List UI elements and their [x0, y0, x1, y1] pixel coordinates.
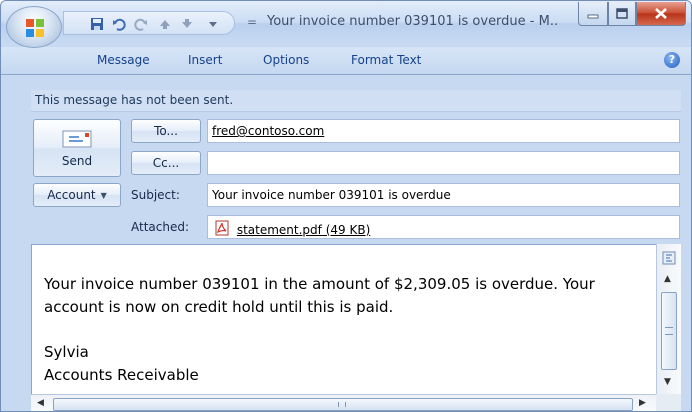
account-button[interactable]: Account ▼	[33, 183, 121, 207]
ribbon-tab-bar: Message Insert Options Format Text ?	[1, 47, 691, 75]
close-button[interactable]	[636, 2, 686, 26]
vertical-grip	[665, 327, 673, 335]
office-logo-icon	[26, 19, 44, 37]
horizontal-grip	[338, 402, 346, 407]
customize-qat-icon[interactable]	[204, 15, 222, 33]
office-button[interactable]	[6, 6, 62, 48]
redo-icon[interactable]	[132, 15, 150, 33]
message-window: = Your invoice number 039101 is overdue …	[0, 0, 692, 412]
body-line: account is now on credit hold until this…	[44, 298, 394, 316]
scrollbar-corner	[656, 394, 681, 411]
to-button[interactable]: To...	[131, 119, 201, 143]
minimize-icon	[587, 14, 599, 18]
window-title: Your invoice number 039101 is overdue - …	[267, 14, 559, 29]
tab-format-text[interactable]: Format Text	[351, 53, 421, 67]
title-bar: = Your invoice number 039101 is overdue …	[1, 1, 691, 48]
help-icon[interactable]: ?	[664, 52, 680, 68]
tab-insert[interactable]: Insert	[188, 53, 222, 67]
to-field[interactable]: fred@contoso.com	[207, 119, 680, 143]
tab-options[interactable]: Options	[263, 53, 309, 67]
tab-message[interactable]: Message	[97, 53, 150, 67]
close-icon	[655, 8, 667, 19]
send-envelope-icon	[62, 130, 92, 148]
subject-label: Subject:	[131, 188, 180, 202]
subject-field[interactable]: Your invoice number 039101 is overdue	[207, 183, 680, 207]
to-recipient[interactable]: fred@contoso.com	[212, 124, 324, 138]
body-line: Your invoice number 039101 in the amount…	[44, 275, 595, 293]
attached-label: Attached:	[131, 220, 190, 234]
horizontal-scrollbar[interactable]: ◀ ▶	[31, 394, 656, 411]
vertical-scrollbar[interactable]: ▲ ▼	[656, 244, 681, 394]
chevron-down-icon: ▼	[100, 190, 107, 200]
ruler-toggle-icon[interactable]	[660, 250, 678, 266]
pdf-icon	[215, 220, 229, 236]
cc-field[interactable]	[207, 151, 680, 175]
signature-name: Sylvia	[44, 343, 89, 361]
scroll-up-icon[interactable]: ▲	[664, 274, 671, 284]
quick-access-toolbar	[63, 11, 235, 35]
scroll-left-icon[interactable]: ◀	[37, 398, 44, 408]
signature-title: Accounts Receivable	[44, 366, 199, 384]
up-arrow-icon[interactable]	[156, 15, 174, 33]
horizontal-scroll-thumb[interactable]	[53, 398, 633, 411]
undo-icon[interactable]	[110, 15, 128, 33]
attachment-field[interactable]: statement.pdf (49 KB)	[207, 215, 680, 239]
info-bar: This message has not been sent.	[31, 90, 681, 112]
save-icon[interactable]	[88, 15, 106, 33]
scroll-right-icon[interactable]: ▶	[639, 398, 646, 408]
scroll-down-icon[interactable]: ▼	[664, 377, 671, 387]
message-body[interactable]: Your invoice number 039101 in the amount…	[31, 244, 656, 394]
account-label: Account	[47, 188, 96, 202]
send-label: Send	[61, 154, 93, 168]
attachment-link[interactable]: statement.pdf (49 KB)	[237, 223, 370, 237]
maximize-icon	[616, 8, 628, 19]
down-arrow-icon[interactable]	[178, 15, 196, 33]
minimize-button[interactable]	[578, 2, 608, 26]
maximize-button[interactable]	[608, 2, 636, 26]
qat-separator: =	[247, 15, 258, 29]
cc-button[interactable]: Cc...	[131, 151, 201, 175]
send-button[interactable]: Send	[33, 119, 121, 177]
vertical-scroll-thumb[interactable]	[661, 292, 677, 370]
